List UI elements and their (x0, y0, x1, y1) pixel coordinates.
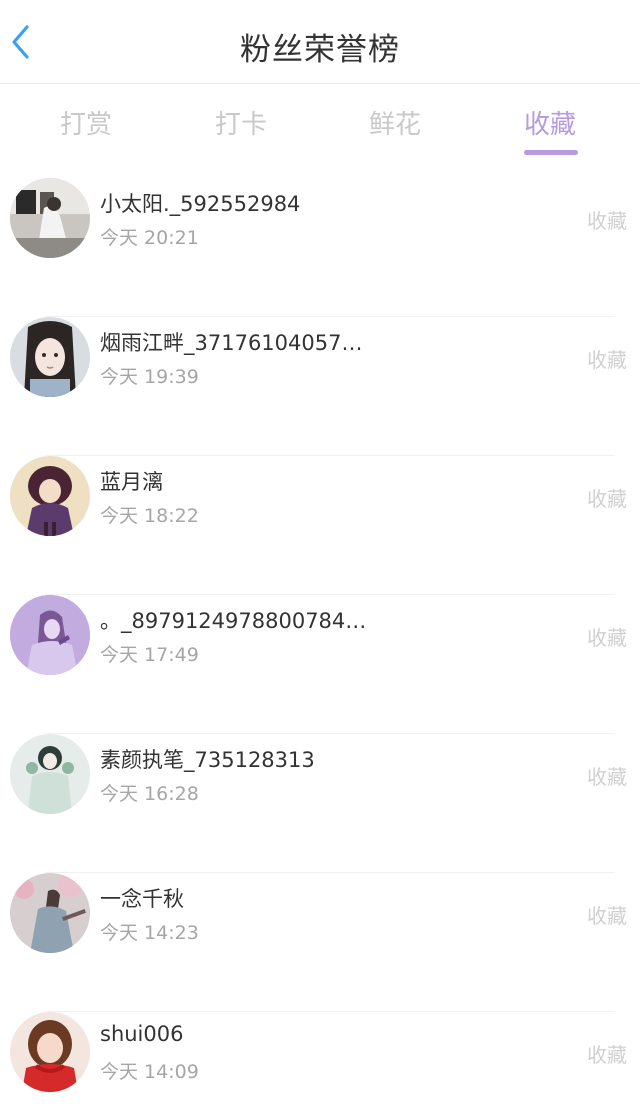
avatar[interactable] (10, 595, 90, 675)
fan-name: 小太阳._592552984 (100, 192, 301, 216)
fan-name: 蓝月漓 (100, 470, 163, 494)
avatar[interactable] (10, 456, 90, 536)
header-bar: 粉丝荣誉榜 (0, 0, 640, 84)
list-item[interactable]: shui006 今天 14:09 收藏 (0, 1011, 640, 1109)
list-item[interactable]: 蓝月漓 今天 18:22 收藏 (0, 455, 640, 595)
fan-list: 小太阳._592552984 今天 20:21 收藏 烟雨江畔_37176104… (0, 178, 640, 1109)
fan-time: 今天 14:09 (100, 1061, 199, 1083)
avatar[interactable] (10, 178, 90, 258)
fan-time: 今天 14:23 (100, 922, 199, 944)
tab-flowers[interactable]: 鲜花 (343, 104, 447, 164)
fan-time: 今天 17:49 (100, 644, 199, 666)
list-item[interactable]: 素颜执笔_735128313 今天 16:28 收藏 (0, 733, 640, 873)
fan-honor-page: 粉丝荣誉榜 打赏 打卡 鲜花 收藏 小太阳._592552984 今天 20:2 (0, 0, 640, 1109)
fan-name: 一念千秋 (100, 887, 184, 911)
active-tab-indicator (524, 150, 578, 155)
avatar[interactable] (10, 873, 90, 953)
tab-favorites[interactable]: 收藏 (498, 104, 602, 164)
fan-time: 今天 20:21 (100, 227, 199, 249)
action-label: 收藏 (587, 904, 627, 928)
list-item[interactable]: 。_8979124978800784… 今天 17:49 收藏 (0, 594, 640, 734)
page-title: 粉丝荣誉榜 (240, 32, 400, 68)
fan-name: 烟雨江畔_37176104057… (100, 331, 363, 355)
fan-name: 。_8979124978800784… (100, 609, 367, 633)
list-item[interactable]: 小太阳._592552984 今天 20:21 收藏 (0, 178, 640, 317)
action-label: 收藏 (587, 626, 627, 650)
avatar[interactable] (10, 317, 90, 397)
tab-checkin[interactable]: 打卡 (189, 104, 293, 164)
fan-time: 今天 18:22 (100, 505, 199, 527)
avatar[interactable] (10, 734, 90, 814)
action-label: 收藏 (587, 487, 627, 511)
fan-name: 素颜执笔_735128313 (100, 748, 315, 772)
avatar[interactable] (10, 1012, 90, 1092)
tab-tip[interactable]: 打赏 (34, 104, 138, 164)
action-label: 收藏 (587, 348, 627, 372)
action-label: 收藏 (587, 765, 627, 789)
fan-time: 今天 19:39 (100, 366, 199, 388)
list-item[interactable]: 烟雨江畔_37176104057… 今天 19:39 收藏 (0, 316, 640, 456)
action-label: 收藏 (587, 1043, 627, 1067)
fan-time: 今天 16:28 (100, 783, 199, 805)
tab-bar: 打赏 打卡 鲜花 收藏 (0, 84, 640, 180)
list-item[interactable]: 一念千秋 今天 14:23 收藏 (0, 872, 640, 1012)
action-label: 收藏 (587, 209, 627, 233)
fan-name: shui006 (100, 1022, 184, 1046)
